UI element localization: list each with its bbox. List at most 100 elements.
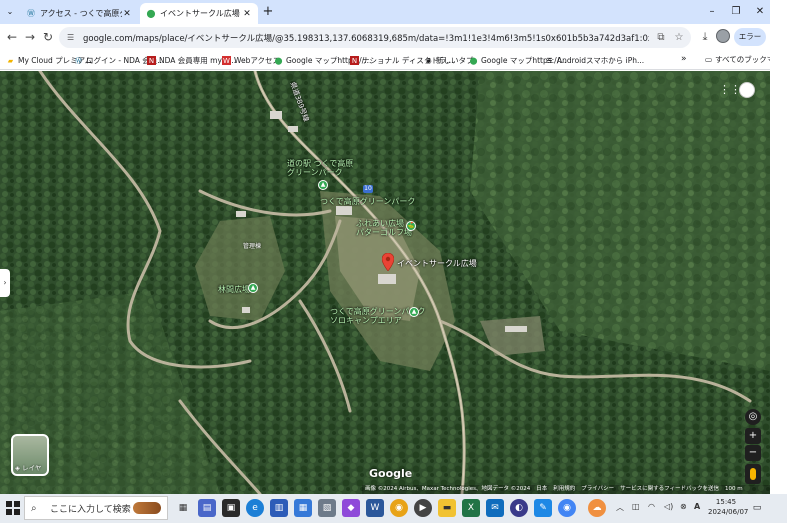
- app-icon[interactable]: ◐: [510, 499, 528, 517]
- chrome-active-icon[interactable]: ◉: [558, 499, 576, 517]
- attribution-country[interactable]: 日本: [536, 485, 547, 494]
- calendar-app-icon[interactable]: ▤: [198, 499, 216, 517]
- app-icon[interactable]: ▧: [318, 499, 336, 517]
- windows-taskbar: ⌕ ここに入力して検索 ▦ ▤ ▣ e ▥ ▦ ▧ ◆ W ◉ ▶ ▬ X ✉ …: [0, 494, 787, 523]
- tab-search-icon[interactable]: ⌄: [4, 6, 16, 18]
- bookmark-item[interactable]: W Webアクセス: [222, 54, 280, 67]
- close-window-button[interactable]: ✕: [750, 4, 770, 20]
- app-icon[interactable]: ◆: [342, 499, 360, 517]
- excel-app-icon[interactable]: X: [462, 499, 480, 517]
- security-icon[interactable]: ⊗: [680, 502, 687, 511]
- zoom-in-button[interactable]: +: [745, 428, 761, 444]
- tab-google-maps[interactable]: ⬤ イベントサークル広場 - Google マップ ✕: [140, 3, 258, 24]
- map-attribution: 画像 ©2024 Airbus、Maxar Technologies、地図データ…: [362, 485, 770, 494]
- weather-icon[interactable]: ☁: [588, 499, 606, 517]
- collapse-panel-button[interactable]: ›: [0, 269, 10, 297]
- url-text[interactable]: google.com/maps/place/イベントサークル広場/@35.198…: [83, 32, 649, 44]
- app-icon[interactable]: ▦: [294, 499, 312, 517]
- maps-icon: ⬤: [146, 9, 156, 18]
- close-tab-icon[interactable]: ✕: [242, 9, 252, 19]
- maps-icon: ⬤: [469, 56, 478, 65]
- minimize-button[interactable]: –: [702, 4, 722, 20]
- tsukude-green-park-label[interactable]: つくで高原グリーンパーク: [320, 197, 415, 206]
- tab-strip: ⌄ Ⓦ アクセス - つくで高原グリーンパーク ✕ ⬤ イベントサークル広場 -…: [0, 0, 770, 24]
- windows-start-icon[interactable]: [6, 501, 20, 515]
- search-highlight-image: [133, 502, 161, 514]
- zoom-out-button[interactable]: −: [745, 445, 761, 461]
- back-arrow-icon[interactable]: ←: [5, 30, 19, 44]
- scale-bar[interactable]: 100 m: [725, 485, 743, 494]
- ime-indicator[interactable]: A: [694, 502, 700, 511]
- tab-title: アクセス - つくで高原グリーンパーク: [40, 9, 122, 18]
- bookmark-star-icon[interactable]: ☆: [673, 32, 685, 43]
- web-icon: W: [222, 56, 231, 65]
- media-player-icon[interactable]: ▶: [414, 499, 432, 517]
- terms-link[interactable]: 利用規約: [553, 485, 575, 494]
- satellite-map[interactable]: 県道389号線 道の駅 つくで高原 グリーンパーク ▲ 10 つくで高原グリーン…: [0, 71, 770, 494]
- street-view-pegman-icon[interactable]: [745, 464, 761, 484]
- bookmark-item[interactable]: ☰ Androidスマホから iPh...: [545, 54, 644, 67]
- site-info-icon[interactable]: ☰: [67, 33, 77, 42]
- pin-label[interactable]: イベントサークル広場: [397, 259, 477, 268]
- my-location-icon[interactable]: ◎: [745, 409, 761, 425]
- feedback-link[interactable]: サービスに関するフィードバックを送信: [620, 485, 719, 494]
- bookmark-item[interactable]: ◉ 新しいタブ: [424, 54, 474, 67]
- new-tab-button[interactable]: +: [260, 4, 276, 20]
- google-apps-icon[interactable]: ⋮⋮: [719, 84, 741, 96]
- bookmark-label: 新しいタブ: [436, 56, 474, 65]
- layer-button[interactable]: ◈ レイヤ: [11, 434, 49, 476]
- mail-app-icon[interactable]: ✉: [486, 499, 504, 517]
- imagery-credit: 画像 ©2024 Airbus、Maxar Technologies、地図データ…: [365, 486, 531, 492]
- notification-icon[interactable]: ▭: [750, 501, 764, 515]
- bookmark-label: Androidスマホから iPh...: [557, 56, 645, 65]
- privacy-link[interactable]: プライバシー: [581, 485, 614, 494]
- layer-label: レイヤ: [22, 464, 42, 472]
- restore-button[interactable]: ❐: [726, 4, 746, 20]
- file-explorer-icon[interactable]: ▬: [438, 499, 456, 517]
- app-icon[interactable]: ✎: [534, 499, 552, 517]
- tab-title: イベントサークル広場 - Google マップ: [160, 9, 242, 18]
- nda-icon: N: [350, 56, 359, 65]
- wifi-icon[interactable]: ◠: [648, 502, 655, 511]
- store-app-icon[interactable]: ▣: [222, 499, 240, 517]
- bookmarks-bar: ▰ My Cloud プレミアム Ⓦ ログイン - NDA 会員... N NDA 会…: [0, 51, 787, 70]
- account-avatar[interactable]: [739, 82, 755, 98]
- location-pin-icon[interactable]: [382, 253, 394, 271]
- reload-icon[interactable]: ↻: [41, 30, 55, 44]
- chrome-app-icon[interactable]: ◉: [390, 499, 408, 517]
- close-tab-icon[interactable]: ✕: [122, 9, 132, 19]
- cast-icon[interactable]: ⧉: [655, 32, 667, 43]
- app-icon[interactable]: ▥: [270, 499, 288, 517]
- task-view-icon[interactable]: ▦: [174, 499, 192, 517]
- fureai-hiroba-label[interactable]: ふれあい広場 パターゴルフ場: [356, 219, 412, 237]
- maps-icon: ⬤: [274, 56, 283, 65]
- building-label: 管理棟: [243, 243, 262, 250]
- rinkan-hiroba-label[interactable]: 林間広場: [218, 285, 250, 294]
- download-icon[interactable]: ⤓: [698, 30, 712, 44]
- network-icon[interactable]: ◫: [632, 502, 640, 511]
- error-button[interactable]: エラー ⋮: [734, 28, 766, 59]
- clock[interactable]: 15:45 2024/06/07: [708, 497, 748, 517]
- park-poi-icon[interactable]: ▲: [248, 283, 258, 293]
- word-app-icon[interactable]: W: [366, 499, 384, 517]
- search-placeholder: ここに入力して検索: [50, 504, 131, 515]
- taskbar-search-box[interactable]: ⌕ ここに入力して検索: [24, 496, 168, 520]
- michi-no-eki-label[interactable]: 道の駅 つくで高原 グリーンパーク: [287, 159, 353, 177]
- forward-arrow-icon[interactable]: →: [23, 30, 37, 44]
- layers-icon: ◈: [15, 464, 20, 472]
- tray-chevron-icon[interactable]: ︿: [616, 502, 624, 513]
- folder-icon: ▭: [705, 55, 713, 64]
- camp-poi-icon[interactable]: ▲: [409, 307, 419, 317]
- more-bookmarks-icon[interactable]: »: [681, 54, 687, 64]
- profile-avatar[interactable]: [716, 29, 730, 43]
- window-edge: [770, 0, 787, 494]
- volume-icon[interactable]: ◁): [664, 502, 673, 511]
- google-logo: Google: [369, 467, 413, 480]
- address-bar[interactable]: ☰ google.com/maps/place/イベントサークル広場/@35.1…: [59, 27, 691, 48]
- browser-toolbar: ← → ↻ ☰ google.com/maps/place/イベントサークル広場…: [0, 24, 770, 59]
- park-poi-icon[interactable]: ▲: [318, 180, 328, 190]
- tab-access[interactable]: Ⓦ アクセス - つくで高原グリーンパーク ✕: [20, 3, 138, 24]
- golf-poi-icon[interactable]: ⛳: [406, 221, 416, 231]
- globe-icon: ◉: [425, 56, 432, 65]
- edge-browser-icon[interactable]: e: [246, 499, 264, 517]
